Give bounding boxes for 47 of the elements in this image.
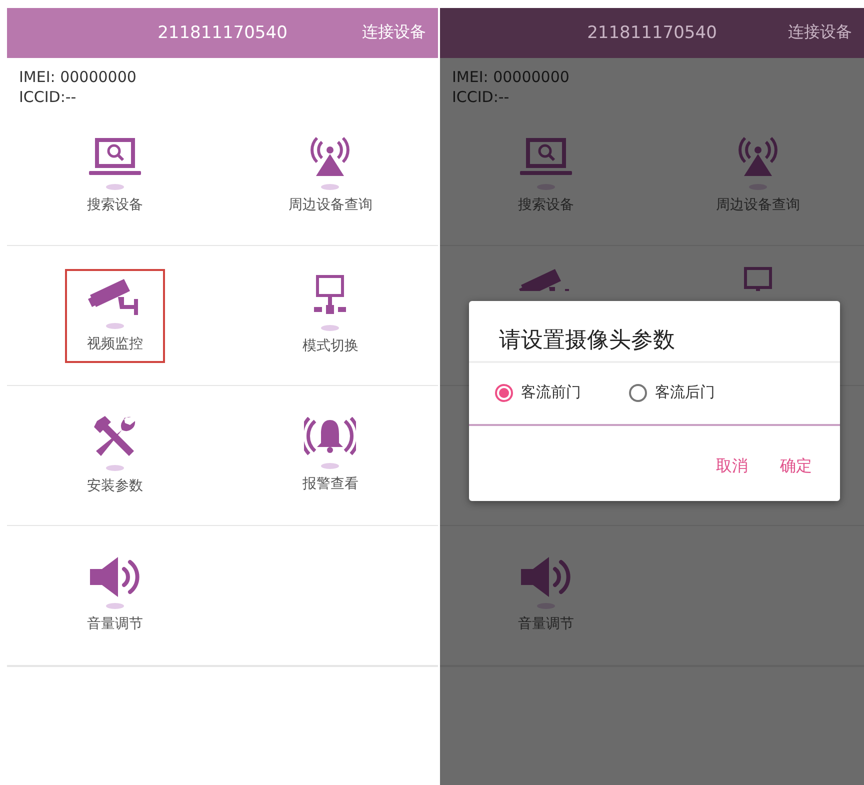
radio-option[interactable]: 客流前门	[495, 383, 581, 402]
menu-item[interactable]: 视频监控	[64, 268, 165, 362]
icon-shadow	[321, 324, 340, 330]
speaker-icon	[521, 556, 571, 596]
dialog-button[interactable]: 确定	[772, 452, 820, 481]
menu-label: 视频监控	[86, 334, 143, 352]
option-label: 客流后门	[655, 383, 715, 402]
device-id: 211811170540	[587, 23, 717, 43]
device-id: 211811170540	[158, 23, 288, 43]
menu-label: 报警查看	[302, 474, 358, 492]
radio-option[interactable]: 客流后门	[629, 383, 715, 402]
laptop-search-icon	[520, 136, 572, 178]
menu-item[interactable]: 安装参数	[64, 406, 165, 504]
connect-button[interactable]: 连接设备	[786, 20, 854, 45]
bell-icon	[304, 416, 356, 456]
menu-label: 周边设备查询	[716, 196, 800, 214]
menu-label: 模式切换	[302, 336, 358, 354]
icon-shadow	[321, 184, 340, 190]
menu-item[interactable]: 报警查看	[280, 408, 380, 502]
menu-label: 安装参数	[86, 476, 143, 494]
iccid-text: ICCID:--	[19, 88, 78, 106]
dialog-title: 请设置摄像头参数	[498, 327, 676, 355]
menu-label: 搜索设备	[86, 196, 143, 214]
menu-item[interactable]: 搜索设备	[64, 128, 165, 224]
icon-shadow	[106, 322, 124, 328]
icon-shadow	[106, 184, 124, 190]
imei-text: IMEI: 00000000	[452, 68, 570, 86]
speaker-icon	[90, 556, 140, 596]
iccid-text: ICCID:--	[452, 88, 510, 106]
laptop-search-icon	[88, 136, 141, 178]
option-label: 客流前门	[521, 383, 581, 402]
icon-shadow	[106, 464, 124, 470]
radio-icon[interactable]	[495, 384, 513, 402]
menu-label: 音量调节	[86, 614, 143, 632]
imei-text: IMEI: 00000000	[19, 68, 138, 86]
icon-shadow	[321, 462, 340, 468]
menu-item[interactable]: 周边设备查询	[266, 128, 394, 224]
dialog-button[interactable]: 取消	[708, 452, 756, 481]
radio-icon[interactable]	[629, 384, 647, 402]
menu-label: 周边设备查询	[288, 196, 372, 214]
icon-shadow	[106, 602, 124, 608]
antenna-icon	[738, 136, 778, 178]
antenna-icon	[310, 136, 350, 178]
menu-item[interactable]: 音量调节	[64, 548, 165, 642]
menu-label: 搜索设备	[518, 196, 574, 214]
menu-item[interactable]: 模式切换	[280, 266, 380, 364]
menu-label: 音量调节	[518, 614, 574, 632]
